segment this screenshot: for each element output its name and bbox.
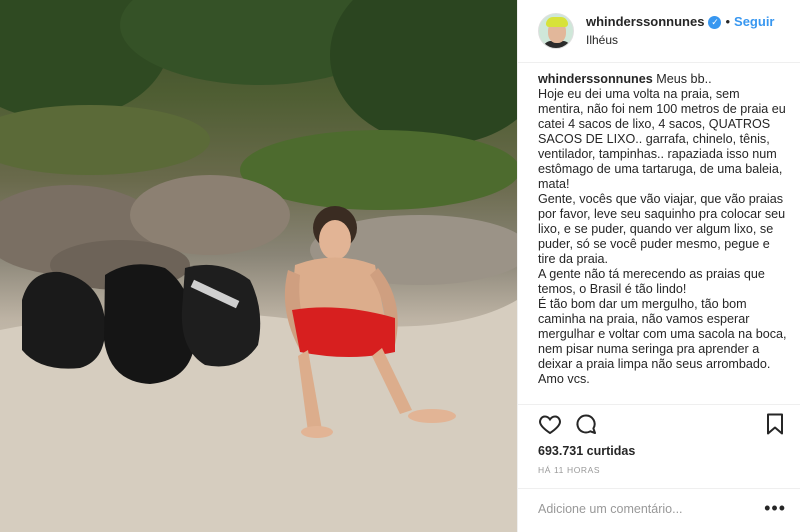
- caption-paragraph: É tão bom dar um mergulho, tão bom camin…: [538, 297, 787, 386]
- verified-badge-icon: ✓: [708, 16, 722, 29]
- separator-dot: •: [725, 14, 731, 30]
- caption-paragraph: A gente não tá merecendo as praias que t…: [538, 267, 765, 296]
- post-sidebar: whinderssonnunes ✓ • Seguir Ilhéus whind…: [517, 0, 800, 532]
- action-bar: [538, 412, 788, 438]
- comment-input[interactable]: Adicione um comentário...: [538, 502, 683, 516]
- post-header: whinderssonnunes ✓ • Seguir Ilhéus: [518, 0, 800, 63]
- divider: [518, 488, 800, 489]
- more-options-button[interactable]: •••: [764, 498, 786, 519]
- post-timestamp: HÁ 11 HORAS: [538, 465, 601, 475]
- follow-button[interactable]: Seguir: [734, 14, 774, 30]
- divider: [518, 404, 800, 405]
- caption-paragraph: Hoje eu dei uma volta na praia, sem ment…: [538, 87, 786, 191]
- author-username[interactable]: whinderssonnunes: [586, 14, 704, 30]
- avatar[interactable]: [538, 13, 574, 49]
- post-caption: whinderssonnunes Meus bb.. Hoje eu dei u…: [538, 72, 788, 402]
- post-photo[interactable]: [0, 0, 517, 532]
- comment-bubble-icon[interactable]: [574, 412, 598, 441]
- bookmark-icon[interactable]: [764, 412, 786, 441]
- likes-count[interactable]: 693.731 curtidas: [538, 444, 635, 458]
- caption-paragraph: Meus bb..: [656, 72, 712, 86]
- location-link[interactable]: Ilhéus: [586, 33, 775, 48]
- beach-scene-image: [0, 0, 517, 532]
- caption-paragraph: Gente, vocês que vão viajar, que vão pra…: [538, 192, 786, 266]
- heart-icon[interactable]: [538, 412, 562, 441]
- caption-username[interactable]: whinderssonnunes: [538, 72, 653, 86]
